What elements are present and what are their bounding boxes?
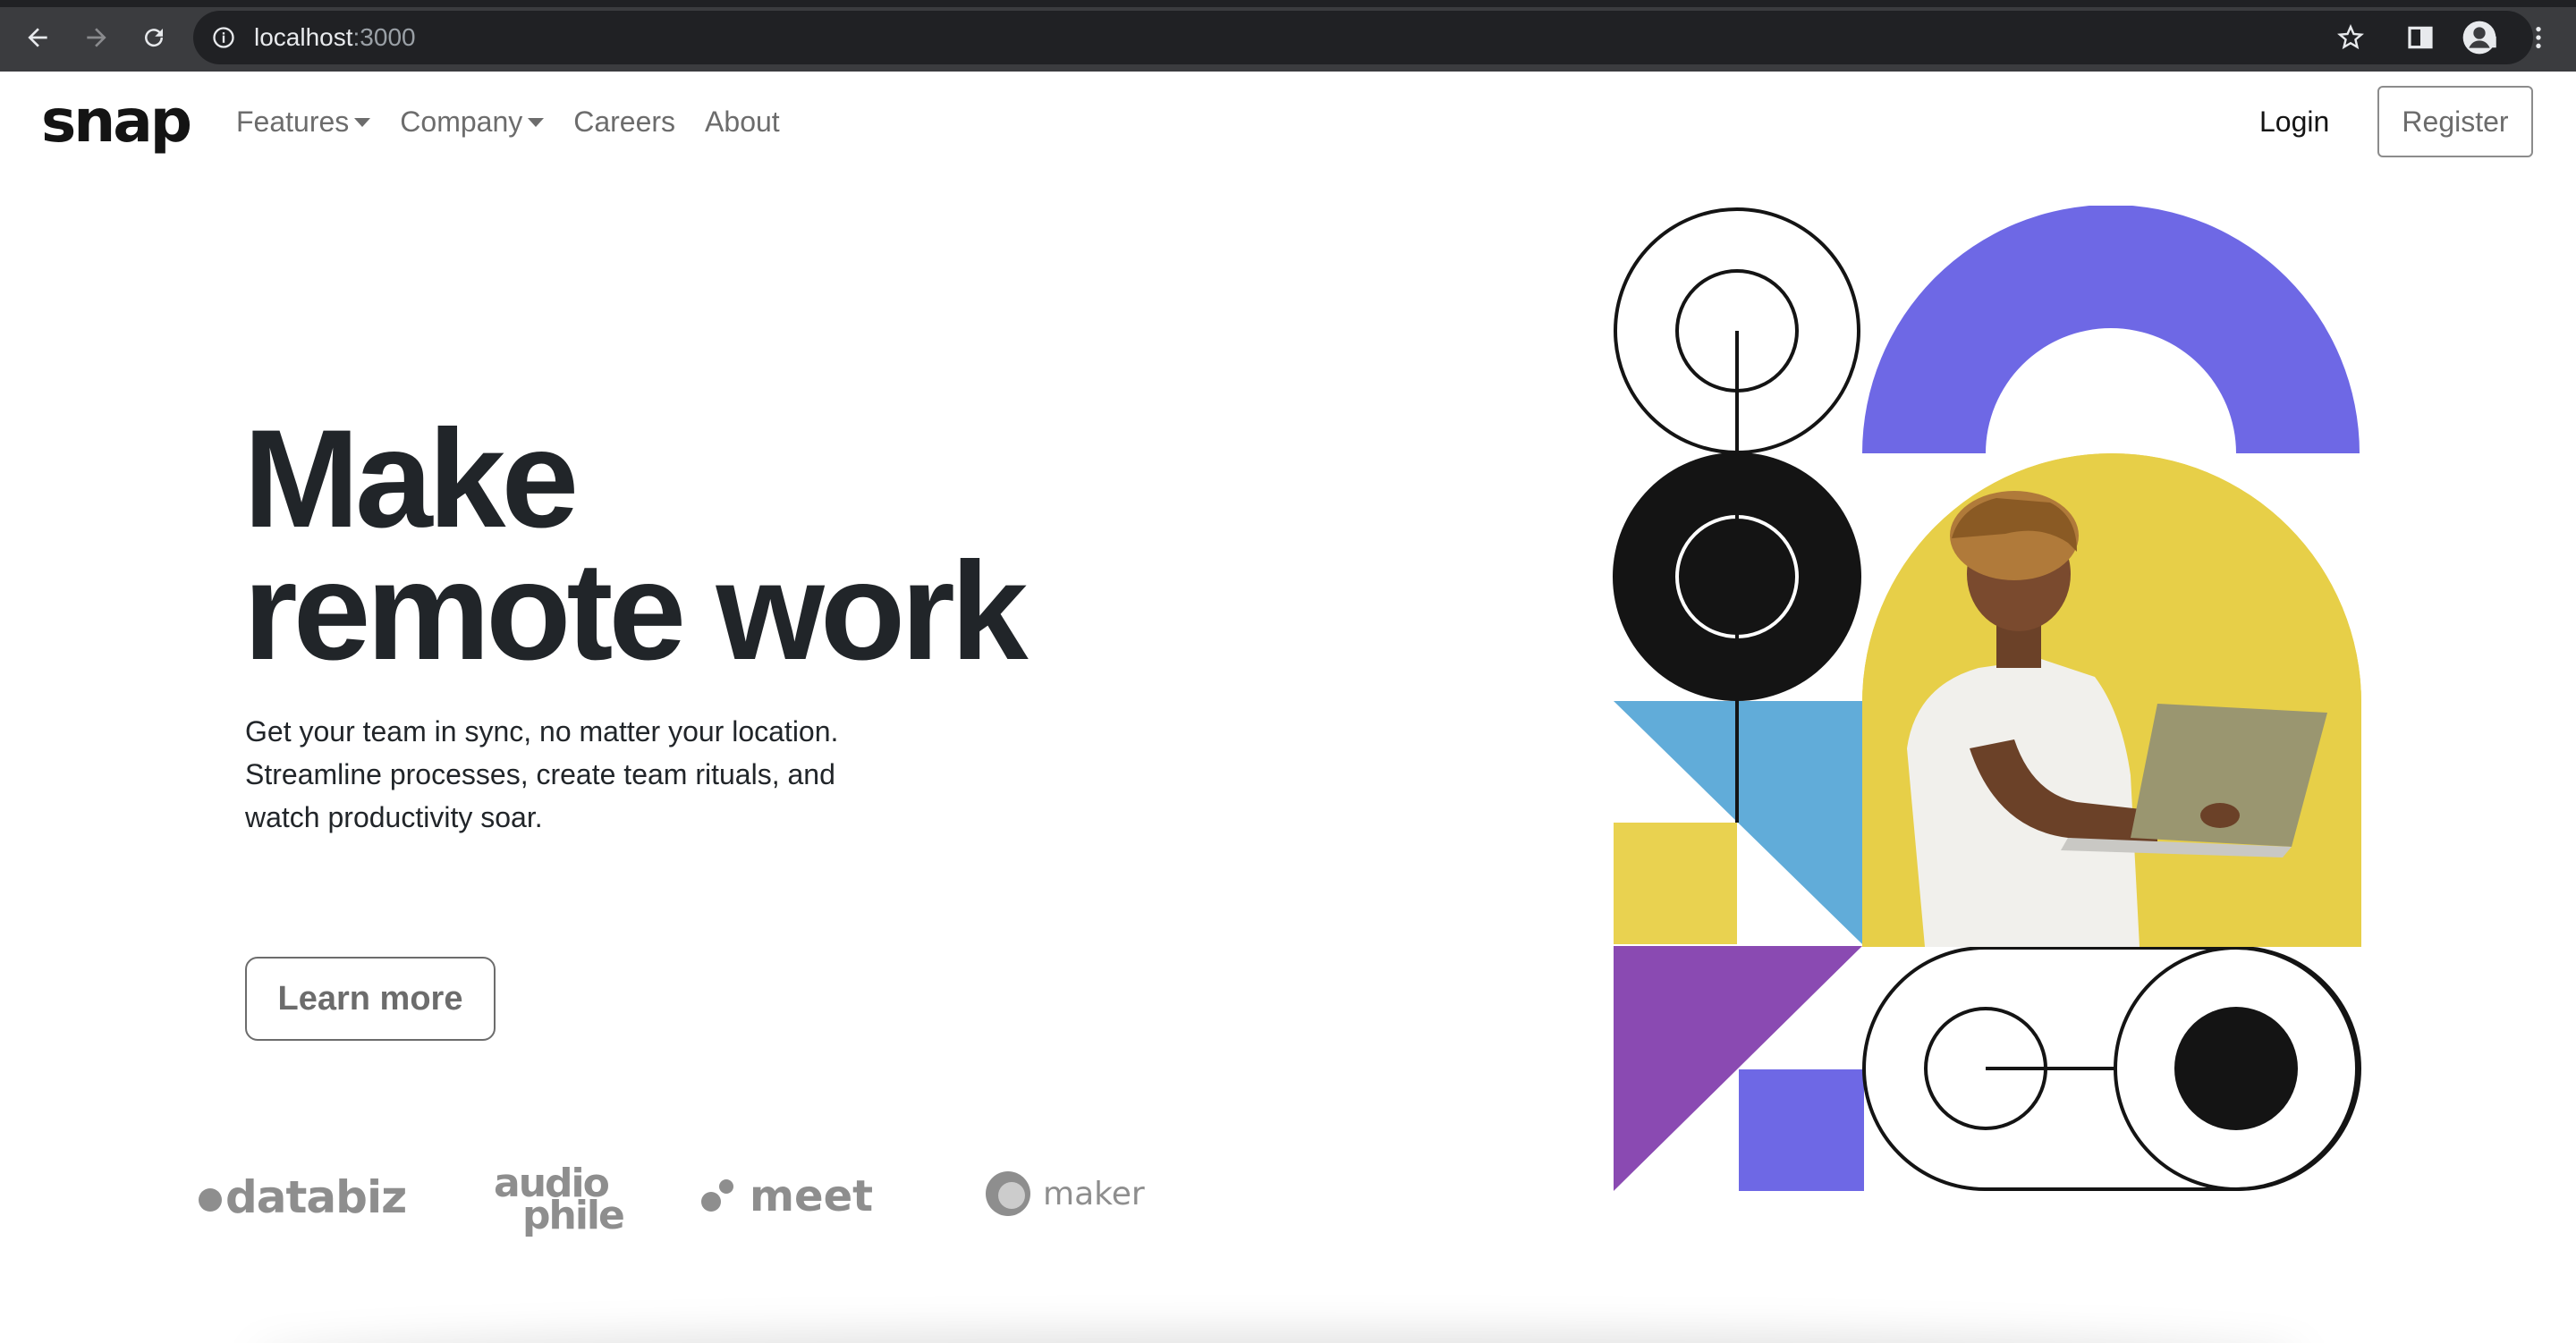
browser-toolbar: localhost:3000 xyxy=(0,0,2576,72)
databiz-wordmark: databiz xyxy=(225,1171,407,1223)
bookmark-star-icon[interactable] xyxy=(2333,20,2368,55)
caret-down-icon xyxy=(354,118,371,127)
learn-more-button[interactable]: Learn more xyxy=(245,957,496,1041)
url-host: localhost xyxy=(254,23,353,51)
address-bar[interactable]: localhost:3000 xyxy=(193,11,2533,64)
meet-dots-icon xyxy=(699,1176,741,1217)
maker-wordmark: maker xyxy=(1043,1175,1145,1212)
snap-logo[interactable]: snap xyxy=(41,86,192,157)
maker-mark-icon xyxy=(986,1171,1030,1216)
card-shadow xyxy=(250,1329,2308,1343)
maker-logo: maker xyxy=(986,1171,1145,1216)
url-text: localhost:3000 xyxy=(254,23,416,52)
back-arrow-icon[interactable] xyxy=(18,18,57,57)
url-port: :3000 xyxy=(352,23,416,51)
nav-item-label: Company xyxy=(400,106,523,138)
profile-avatar-icon[interactable] xyxy=(2462,20,2497,55)
meet-logo: meet xyxy=(699,1171,873,1221)
yellow-square-shape xyxy=(1614,823,1737,944)
forward-arrow-icon[interactable] xyxy=(77,18,116,57)
databiz-logo: databiz xyxy=(199,1171,407,1223)
side-panel-icon[interactable] xyxy=(2402,20,2438,55)
register-button[interactable]: Register xyxy=(2377,86,2533,157)
nav-item-features[interactable]: Features xyxy=(236,104,371,139)
caret-down-icon xyxy=(528,118,545,127)
hero-description: Get your team in sync, no matter your lo… xyxy=(245,715,839,833)
login-link[interactable]: Login xyxy=(2259,104,2329,139)
nav-item-careers[interactable]: Careers xyxy=(573,104,675,139)
person-with-laptop-image xyxy=(1862,453,2361,947)
nav-item-about[interactable]: About xyxy=(705,104,780,139)
nav-item-label: About xyxy=(705,106,780,138)
purple-arch-shape xyxy=(1862,206,2360,453)
reload-icon[interactable] xyxy=(134,18,174,57)
databiz-dot-icon xyxy=(199,1188,222,1212)
hero-title-line-2: remote work xyxy=(243,534,1029,689)
tab-strip xyxy=(0,0,2576,7)
pill-black-dot-shape xyxy=(2174,1007,2298,1130)
site-navbar: snap Features Company Careers About Logi… xyxy=(0,72,2576,175)
site-info-icon[interactable] xyxy=(211,25,236,50)
nav-item-label: Features xyxy=(236,106,350,138)
nav-links: Features Company Careers About xyxy=(236,104,809,139)
audiophile-logo: audio phile xyxy=(494,1164,625,1236)
hero-title: Make remote work xyxy=(243,401,1029,689)
nav-item-company[interactable]: Company xyxy=(400,104,545,139)
meet-wordmark: meet xyxy=(750,1171,874,1221)
kebab-menu-icon[interactable] xyxy=(2521,20,2556,55)
hero-title-line-1: Make xyxy=(243,401,579,557)
purple-square-shape xyxy=(1739,1069,1864,1191)
nav-item-label: Careers xyxy=(573,106,676,138)
hero-photo xyxy=(1862,453,2361,947)
